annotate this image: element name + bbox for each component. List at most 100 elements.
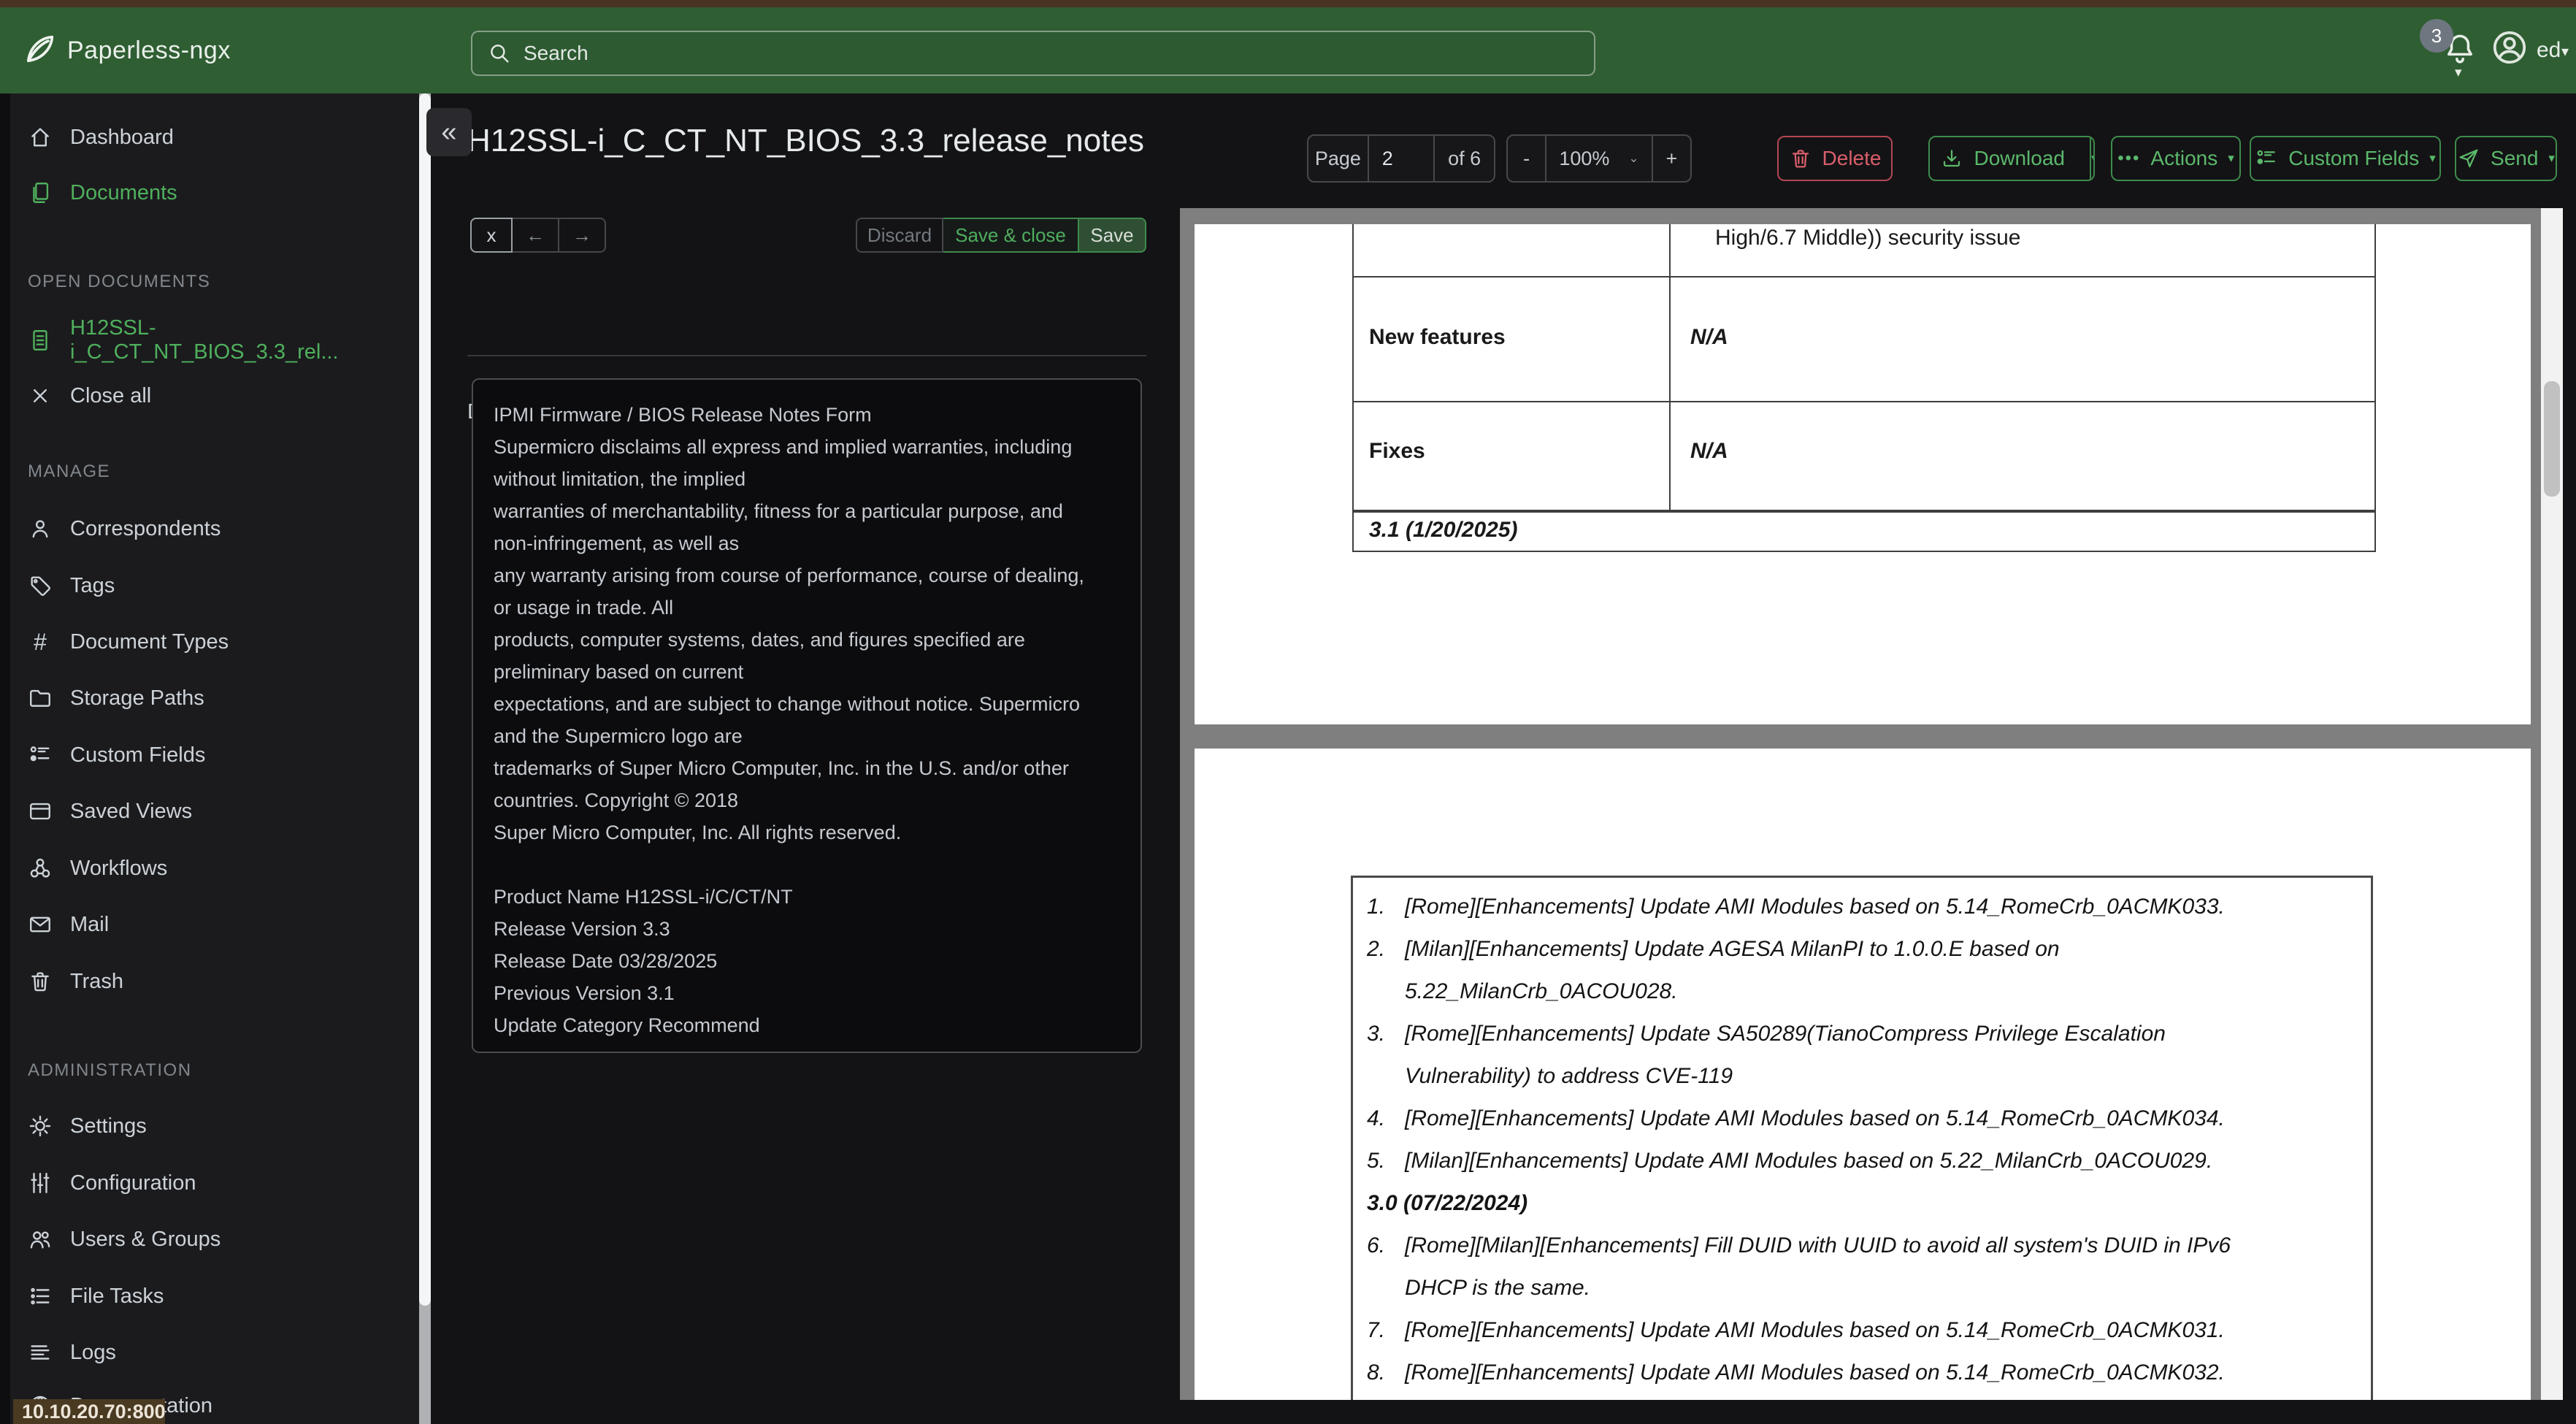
sidebar-item-label: Saved Views: [70, 799, 193, 823]
sidebar-item-settings[interactable]: Settings: [0, 1103, 409, 1149]
sidebar-item-saved-views[interactable]: Saved Views: [0, 788, 409, 835]
search-input[interactable]: [524, 42, 1594, 65]
sidebar-scrollbar-thumb[interactable]: [419, 93, 431, 1306]
section-administration: ADMINISTRATION: [28, 1060, 192, 1080]
zoom-level-select[interactable]: 100% ⌄: [1545, 136, 1652, 181]
sidebar-item-document-types[interactable]: # Document Types: [0, 619, 409, 665]
sidebar-item-label: Logs: [70, 1340, 116, 1364]
release-notes-list: 1. [Rome][Enhancements] Update AMI Module…: [1367, 886, 2382, 1400]
table-cell-label: New features: [1369, 325, 1506, 349]
discard-button[interactable]: Discard: [856, 218, 943, 253]
sidebar-item-trash[interactable]: Trash: [0, 958, 409, 1005]
delete-button[interactable]: Delete: [1777, 136, 1893, 181]
list-item: 1. [Rome][Enhancements] Update AMI Module…: [1367, 895, 2225, 919]
paperless-logo-icon: [20, 31, 58, 69]
sidebar-item-documents[interactable]: Documents: [0, 169, 409, 216]
person-icon: [32, 520, 48, 538]
trash-icon: [1792, 150, 1809, 168]
sidebar-item-label: Trash: [70, 969, 124, 993]
collapse-sidebar-button[interactable]: «: [426, 108, 472, 156]
actions-button[interactable]: ••• Actions ▾: [2111, 136, 2241, 181]
sidebar-item-label: File Tasks: [70, 1284, 164, 1308]
sidebar-scrollbar[interactable]: [419, 93, 431, 1424]
custom-fields-icon: [2257, 150, 2276, 164]
page-number-input[interactable]: [1368, 147, 1434, 170]
sidebar-item-mail[interactable]: Mail: [0, 901, 409, 948]
download-icon: [1944, 150, 1960, 167]
sidebar-item-workflows[interactable]: Workflows: [0, 845, 409, 892]
save-group: Discard Save & close Save: [856, 218, 1146, 253]
page-title: H12SSL-i_C_CT_NT_BIOS_3.3_release_notes: [467, 123, 1144, 158]
chevron-down-icon: ▾: [2228, 151, 2234, 165]
sidebar-item-label: Workflows: [70, 856, 168, 880]
avatar[interactable]: [2490, 28, 2529, 67]
custom-fields-button[interactable]: Custom Fields ▾: [2250, 136, 2441, 181]
sidebar-item-users-groups[interactable]: Users & Groups: [0, 1216, 409, 1263]
previous-document-button[interactable]: ←: [513, 218, 559, 253]
send-button[interactable]: Send ▾: [2455, 136, 2557, 181]
sidebar-close-all[interactable]: Close all: [0, 372, 409, 419]
home-icon: [31, 128, 49, 147]
sidebar-item-label: Documents: [70, 180, 177, 204]
save-button[interactable]: Save: [1079, 218, 1146, 253]
close-editor-button[interactable]: x: [470, 218, 513, 253]
sidebar-item-dashboard[interactable]: Dashboard: [0, 114, 409, 161]
table-cell-value: N/A: [1690, 325, 1728, 349]
close-icon: [34, 389, 47, 402]
sidebar-item-storage-paths[interactable]: Storage Paths: [0, 675, 409, 721]
page-total-label: of 6: [1433, 136, 1494, 181]
table-cell-security-issue: High/6.7 Middle)) security issue: [1715, 226, 2021, 250]
chevron-down-icon: ▾: [2548, 151, 2555, 165]
hash-icon: #: [34, 629, 47, 655]
list-item: 8. [Rome][Enhancements] Update AMI Module…: [1367, 1360, 2225, 1385]
users-icon: [30, 1231, 50, 1249]
list-item: 9.[Rome][Milan][Enhancements] For UsbBus…: [1367, 1394, 2382, 1400]
divider: [467, 355, 1146, 356]
download-dropdown-toggle[interactable]: ▾: [2090, 137, 2093, 180]
section-open-documents: OPEN DOCUMENTS: [28, 272, 211, 291]
sidebar-item-tags[interactable]: Tags: [0, 562, 409, 609]
list-item-wrap: 5.22_MilanCrb_0ACOU028.: [1405, 979, 1678, 1003]
workflows-icon: [30, 858, 50, 878]
list-item: 4. [Rome][Enhancements] Update AMI Module…: [1367, 1106, 2225, 1130]
global-search[interactable]: [471, 31, 1595, 76]
download-button[interactable]: Download ▾: [1928, 136, 2095, 181]
sidebar-item-custom-fields[interactable]: Custom Fields: [0, 732, 409, 778]
chevron-down-icon: ⌄: [1628, 151, 1639, 165]
sidebar: Dashboard Documents OPEN DOCUMENTS H12SS…: [0, 93, 431, 1424]
trash-icon: [31, 972, 49, 992]
sidebar-item-correspondents[interactable]: Correspondents: [0, 505, 409, 552]
list-item: 7. [Rome][Enhancements] Update AMI Module…: [1367, 1318, 2225, 1342]
zoom-out-button[interactable]: -: [1508, 136, 1545, 181]
pdf-preview[interactable]: High/6.7 Middle)) security issue New fea…: [1180, 208, 2563, 1400]
sidebar-item-file-tasks[interactable]: File Tasks: [0, 1273, 409, 1320]
pdf-page-1: High/6.7 Middle)) security issue New fea…: [1195, 224, 2531, 724]
list-item-wrap: Vulnerability) to address CVE-119: [1405, 1064, 1733, 1088]
next-document-button[interactable]: →: [559, 218, 606, 253]
chevron-down-icon: ▾: [2561, 44, 2569, 60]
gear-icon: [29, 1115, 51, 1137]
sliders-icon: [31, 1173, 50, 1193]
zoom-control-group: - 100% ⌄ +: [1506, 134, 1692, 183]
ellipsis-icon: •••: [2117, 148, 2141, 168]
sidebar-item-label: Settings: [70, 1114, 147, 1138]
sidebar-item-label: Mail: [70, 912, 110, 936]
sidebar-item-configuration[interactable]: Configuration: [0, 1160, 409, 1206]
brand-name: Paperless-ngx: [67, 37, 231, 64]
username-menu[interactable]: ed: [2537, 38, 2561, 63]
notification-count-badge: 3: [2420, 19, 2453, 53]
sidebar-item-logs[interactable]: Logs: [0, 1329, 409, 1376]
save-and-close-button[interactable]: Save & close: [943, 218, 1079, 253]
preview-scrollbar[interactable]: [2541, 208, 2563, 1400]
preview-scrollbar-thumb[interactable]: [2544, 381, 2560, 497]
content-textarea[interactable]: IPMI Firmware / BIOS Release Notes Form …: [472, 378, 1142, 1053]
editor-nav-group: x ← →: [470, 218, 606, 253]
section-manage: MANAGE: [28, 462, 111, 481]
sidebar-open-document[interactable]: H12SSL-i_C_CT_NT_BIOS_3.3_rel...: [0, 316, 409, 364]
page-number-field[interactable]: [1367, 136, 1434, 181]
folder-icon: [30, 689, 50, 707]
zoom-in-button[interactable]: +: [1651, 136, 1690, 181]
list-item: 3. [Rome][Enhancements] Update SA50289(Ti…: [1367, 1022, 2166, 1046]
list-item: 2. [Milan][Enhancements] Update AGESA Mil…: [1367, 937, 2060, 961]
sidebar-item-label: Storage Paths: [70, 686, 204, 710]
